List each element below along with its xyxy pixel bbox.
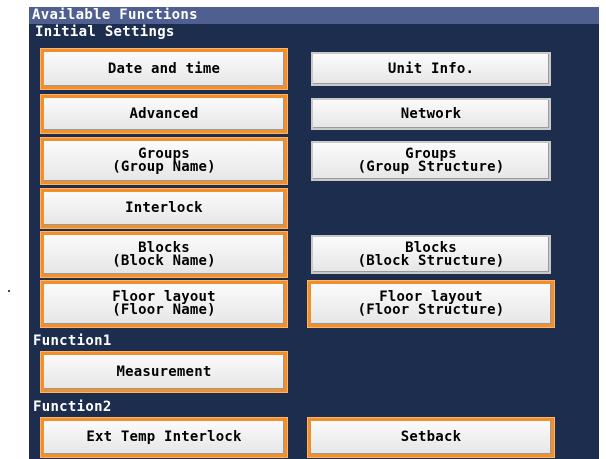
date-and-time-button[interactable]: Date and time <box>41 49 287 89</box>
measurement-button[interactable]: Measurement <box>41 352 287 392</box>
interlock-button[interactable]: Interlock <box>41 189 287 228</box>
network-button[interactable]: Network <box>311 98 551 130</box>
groups-group-name-button[interactable]: Groups (Group Name) <box>41 138 287 184</box>
blocks-block-structure-button[interactable]: Blocks (Block Structure) <box>311 235 551 274</box>
section-function2: Function2 <box>33 399 112 415</box>
blocks-name-line2: (Block Name) <box>112 252 216 269</box>
floor-structure-line2: (Floor Structure) <box>357 302 505 318</box>
blocks-structure-line2: (Block Structure) <box>357 252 505 269</box>
floor-layout-floor-structure-button[interactable]: Floor layout (Floor Structure) <box>308 281 554 327</box>
advanced-button[interactable]: Advanced <box>41 95 287 133</box>
section-function1: Function1 <box>33 333 112 349</box>
window-title: Available Functions <box>29 7 599 24</box>
ext-temp-interlock-button[interactable]: Ext Temp Interlock <box>41 418 287 457</box>
blocks-block-name-button[interactable]: Blocks (Block Name) <box>41 232 287 277</box>
floor-name-line2: (Floor Name) <box>112 302 216 318</box>
unit-info-button[interactable]: Unit Info. <box>311 52 551 86</box>
functions-screen: Available Functions Initial Settings Dat… <box>29 7 599 459</box>
stray-dot <box>8 290 10 292</box>
groups-structure-line2: (Group Structure) <box>357 159 505 175</box>
floor-layout-floor-name-button[interactable]: Floor layout (Floor Name) <box>41 281 287 327</box>
groups-name-line2: (Group Name) <box>112 159 216 175</box>
setback-button[interactable]: Setback <box>308 418 554 457</box>
groups-group-structure-button[interactable]: Groups (Group Structure) <box>311 141 551 181</box>
section-initial-settings: Initial Settings <box>35 24 175 40</box>
